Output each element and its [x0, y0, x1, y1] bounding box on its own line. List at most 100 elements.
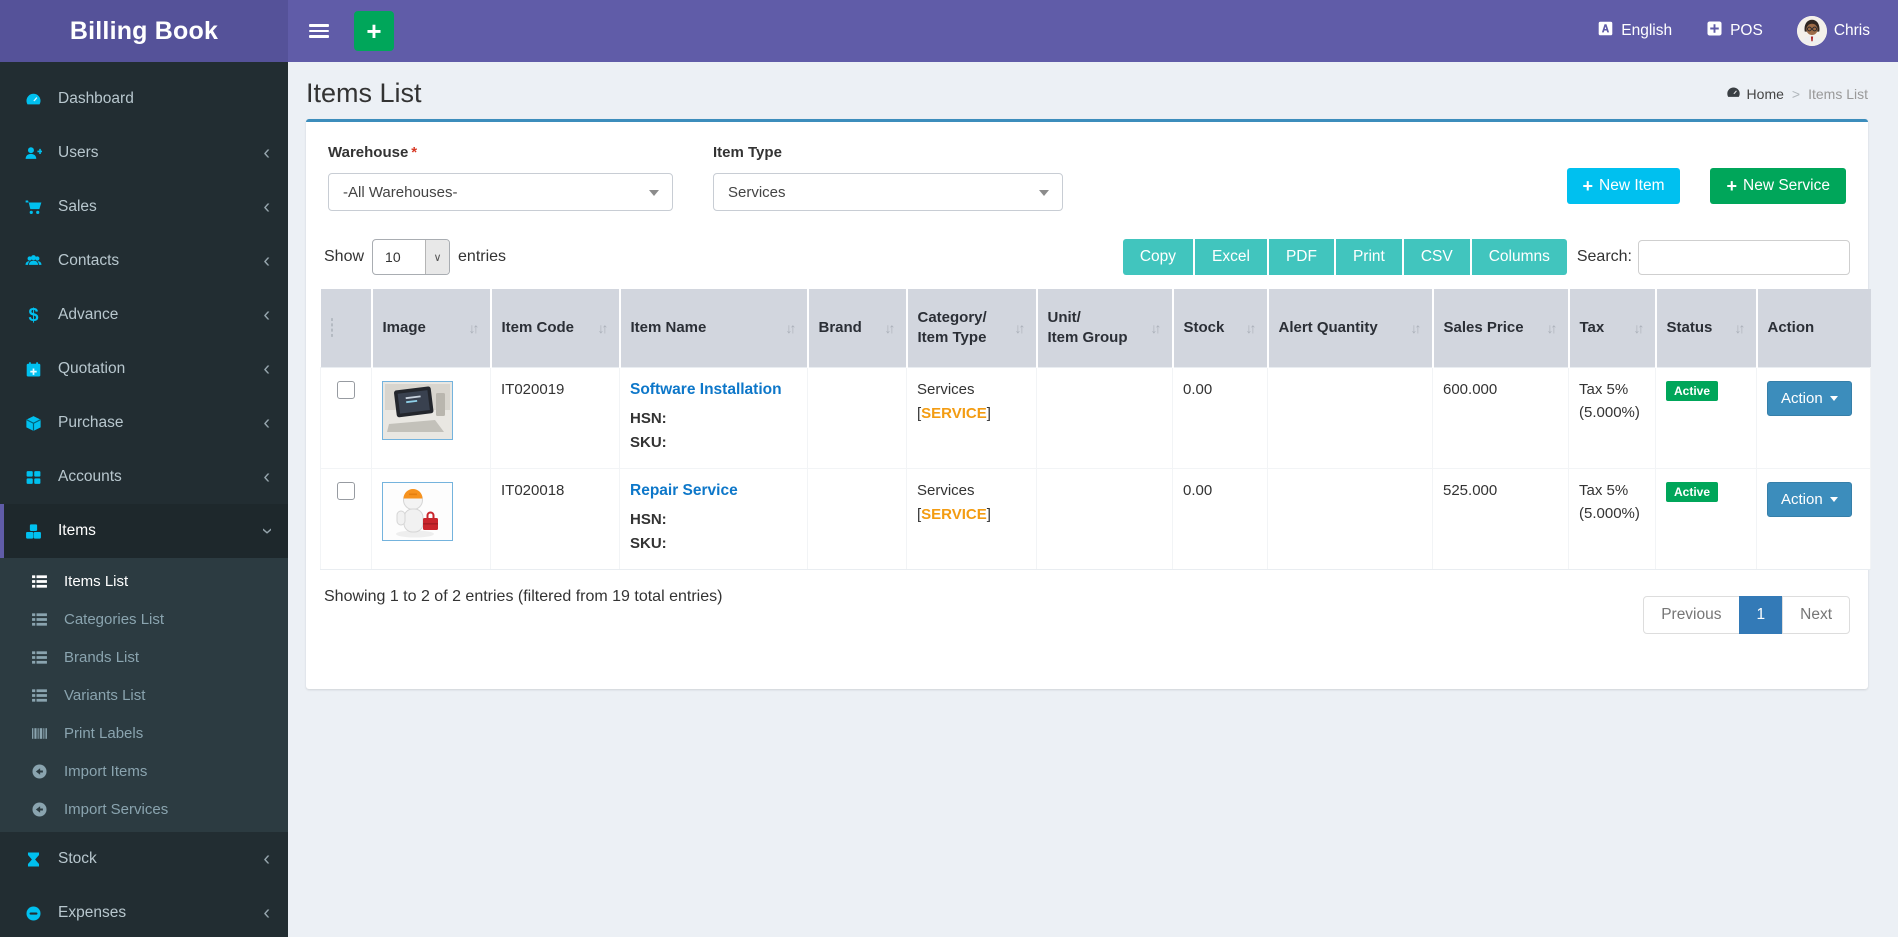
sidebar-item-accounts[interactable]: Accounts ‹: [0, 450, 288, 504]
export-button-group: Copy Excel PDF Print CSV Columns: [1122, 239, 1567, 275]
row-action-button[interactable]: Action: [1767, 481, 1852, 517]
search-label: Search:: [1576, 248, 1632, 265]
warehouse-label: Warehouse *: [328, 144, 418, 161]
calendar-plus-icon: [24, 361, 43, 378]
users-icon: [24, 253, 43, 270]
sidebar-item-import-items[interactable]: Import Items: [0, 752, 288, 790]
items-table: Image ↓↑ Item Code ↓↑ Item Name ↓↑ Brand ↓↑ Cate…: [320, 289, 1871, 570]
sidebar: Dashboard Users ‹ Sales ‹ Contacts ‹ $ Advance ‹ Q…: [0, 62, 288, 937]
status-badge: Active: [1666, 481, 1719, 502]
item-type-select[interactable]: Services: [713, 173, 1063, 211]
hourglass-icon: [24, 851, 43, 868]
item-type-tag: [SERVICE]: [917, 505, 991, 523]
avatar: [1796, 16, 1827, 46]
export-excel-button[interactable]: Excel: [1193, 239, 1267, 275]
item-name-link[interactable]: Software Installation: [630, 381, 782, 398]
sidebar-item-items-list[interactable]: Items List: [0, 562, 288, 600]
search-input[interactable]: [1638, 239, 1850, 275]
item-code: IT020018: [501, 481, 565, 499]
chevron-left-icon: ‹: [263, 304, 270, 326]
sort-icon: ↓↑: [1734, 319, 1746, 336]
sidebar-item-users[interactable]: Users ‹: [0, 126, 288, 180]
export-pdf-button[interactable]: PDF: [1266, 239, 1334, 275]
col-header-unit-item-group[interactable]: Unit/ Item Group ↓↑: [1035, 289, 1173, 367]
sidebar-item-sales[interactable]: Sales ‹: [0, 180, 288, 234]
caret-down-icon: [1829, 395, 1838, 401]
item-image: [382, 481, 453, 541]
app-logo[interactable]: Billing Book: [0, 0, 288, 62]
sidebar-item-categories-list[interactable]: Categories List: [0, 600, 288, 638]
sidebar-item-items[interactable]: Items ‹: [0, 504, 288, 558]
row-action-button[interactable]: Action: [1767, 380, 1852, 416]
export-copy-button[interactable]: Copy: [1122, 239, 1194, 275]
sort-icon: ↓↑: [1633, 319, 1645, 336]
col-header-stock[interactable]: Stock ↓↑: [1171, 289, 1268, 367]
col-header-item-code[interactable]: Item Code ↓↑: [489, 289, 620, 367]
user-menu[interactable]: Chris: [1796, 16, 1870, 46]
new-item-button[interactable]: + New Item: [1566, 168, 1681, 204]
col-header-brand[interactable]: Brand ↓↑: [806, 289, 907, 367]
col-header-status[interactable]: Status ↓↑: [1654, 289, 1757, 367]
col-header-image[interactable]: Image ↓↑: [370, 289, 491, 367]
sort-icon: ↓↑: [1014, 319, 1026, 336]
sidebar-item-purchase[interactable]: Purchase ‹: [0, 396, 288, 450]
stock: 0.00: [1183, 481, 1213, 499]
sidebar-item-contacts[interactable]: Contacts ‹: [0, 234, 288, 288]
sidebar-item-advance[interactable]: $ Advance ‹: [0, 288, 288, 342]
export-columns-button[interactable]: Columns: [1469, 239, 1567, 275]
warehouse-select[interactable]: -All Warehouses-: [328, 173, 673, 211]
sidebar-item-quotation[interactable]: Quotation ‹: [0, 342, 288, 396]
chevron-left-icon: ‹: [263, 196, 270, 218]
col-header-category-item-type[interactable]: Category/ Item Type ↓↑: [905, 289, 1037, 367]
sidebar-item-variants-list[interactable]: Variants List: [0, 676, 288, 714]
col-header-item-name[interactable]: Item Name ↓↑: [618, 289, 808, 367]
chevron-left-icon: ‹: [263, 250, 270, 272]
pos-button[interactable]: POS: [1706, 20, 1763, 42]
col-header-alert-quantity[interactable]: Alert Quantity ↓↑: [1266, 289, 1433, 367]
sidebar-item-label: Import Items: [64, 762, 148, 780]
plus-icon: +: [366, 15, 382, 46]
sidebar-toggle-icon[interactable]: [302, 14, 336, 48]
quick-add-button[interactable]: +: [354, 11, 394, 51]
entries-summary: Showing 1 to 2 of 2 entries (filtered fr…: [324, 587, 723, 605]
sidebar-item-dashboard[interactable]: Dashboard: [0, 72, 288, 126]
page-length-select[interactable]: 10 ∨: [372, 239, 451, 275]
status-badge: Active: [1666, 380, 1719, 401]
col-header-action: Action: [1755, 289, 1871, 367]
row-checkbox[interactable]: [337, 380, 355, 399]
sidebar-item-label: Quotation: [58, 360, 126, 377]
grid-icon: [24, 469, 43, 486]
pagination-next-button[interactable]: Next: [1782, 595, 1850, 634]
pagination-previous-button[interactable]: Previous: [1643, 595, 1740, 634]
sidebar-item-print-labels[interactable]: Print Labels: [0, 714, 288, 752]
col-header-sales-price[interactable]: Sales Price ↓↑: [1431, 289, 1569, 367]
plus-icon: +: [1582, 176, 1594, 196]
language-menu[interactable]: English: [1597, 20, 1672, 42]
pagination: Previous 1 Next: [1643, 595, 1850, 634]
col-header-tax[interactable]: Tax ↓↑: [1567, 289, 1656, 367]
export-csv-button[interactable]: CSV: [1401, 239, 1470, 275]
chevron-left-icon: ‹: [263, 412, 270, 434]
sidebar-item-label: Categories List: [64, 610, 165, 628]
chevron-left-icon: ‹: [263, 142, 270, 164]
sidebar-item-stock[interactable]: Stock ‹: [0, 832, 288, 886]
sidebar-item-expenses[interactable]: Expenses ‹: [0, 886, 288, 937]
caret-down-icon: [1829, 496, 1838, 502]
sidebar-item-label: Purchase: [58, 414, 124, 431]
pagination-page-1-button[interactable]: 1: [1738, 595, 1784, 634]
breadcrumb-home-link[interactable]: Home: [1726, 85, 1784, 103]
sidebar-item-brands-list[interactable]: Brands List: [0, 638, 288, 676]
new-service-button[interactable]: + New Service: [1710, 168, 1846, 204]
chevron-down-icon: ∨: [425, 240, 450, 274]
select-all-checkbox[interactable]: [330, 318, 333, 338]
item-name-link[interactable]: Repair Service: [630, 482, 738, 499]
export-print-button[interactable]: Print: [1333, 239, 1402, 275]
dashboard-icon: [1726, 85, 1741, 103]
user-name: Chris: [1833, 22, 1870, 39]
sidebar-item-import-services[interactable]: Import Services: [0, 790, 288, 828]
import-icon: [30, 801, 49, 818]
sidebar-menu: Dashboard Users ‹ Sales ‹ Contacts ‹ $ Advance ‹ Q…: [0, 62, 288, 937]
list-icon: [30, 687, 49, 704]
sales-price: 600.000: [1443, 380, 1498, 398]
row-checkbox[interactable]: [337, 481, 355, 500]
